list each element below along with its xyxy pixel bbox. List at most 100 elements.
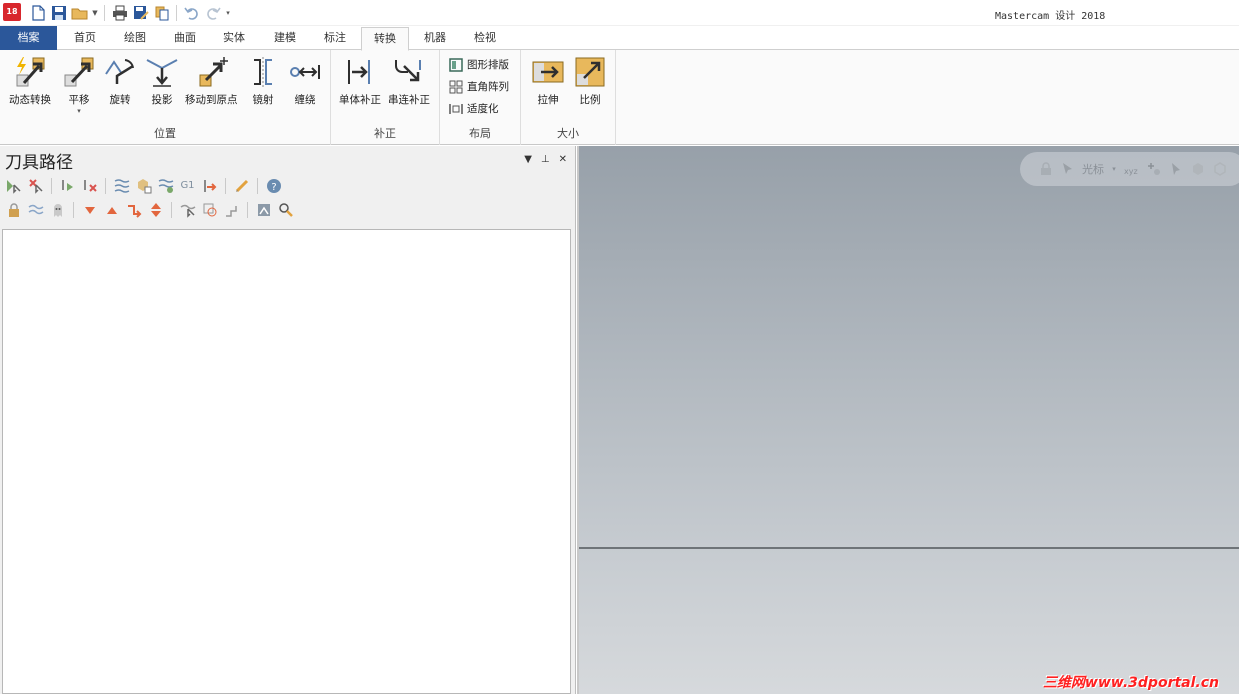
mastercam-logo-icon[interactable]: 18 [3,3,21,21]
group-label-offset: 补正 [374,127,396,140]
insert-arrow-icon[interactable] [124,200,143,219]
qat-separator [104,4,105,21]
rectangular-array-icon [448,79,463,94]
qat-separator [176,4,177,21]
g1-posting-button[interactable]: G1 [178,176,197,195]
save-icon[interactable] [49,3,68,22]
toolpaths-panel: 刀具路径 ▼ ⊥ ✕ G1 ? [0,146,576,694]
toggle-posting-icon[interactable] [48,200,67,219]
project-button[interactable]: 投影 [145,56,179,107]
solid-selection-icon[interactable] [1190,161,1206,177]
tab-wireframe[interactable]: 绘图 [112,27,158,50]
redo-icon[interactable] [203,3,222,22]
scale-button[interactable]: 比例 [573,56,607,107]
toolpath-editor-icon[interactable] [232,176,251,195]
mirror-button[interactable]: 镜射 [246,56,280,107]
post-selected-icon[interactable] [200,176,219,195]
fit-button[interactable]: 适度化 [448,101,499,116]
move-to-origin-label: 移动到原点 [185,94,238,106]
dynamic-transform-button[interactable]: 动态转换 [9,56,51,107]
panel-close-icon[interactable]: ✕ [559,154,567,165]
panel-menu-icon[interactable]: ▼ [524,154,532,165]
viewport-horizon-line [579,547,1239,549]
mirror-label: 镜射 [252,94,274,106]
deselect-operations-icon[interactable] [26,176,45,195]
translate-button[interactable]: 平移 ▾ [62,56,96,115]
project-label: 投影 [151,94,173,106]
tab-machine[interactable]: 机器 [412,27,458,50]
window-title: Mastercam 设计 2018 [995,11,1106,22]
offset-single-button[interactable]: 单体补正 [339,56,381,107]
ribbon: 动态转换 平移 ▾ 旋转 投影 移动到原点 镜射 缠绕 位置 单体补正 串连补正… [0,50,1239,145]
stretch-button[interactable]: 拉伸 [531,56,565,107]
cursor-autocursor-icon[interactable] [1060,161,1076,177]
wrap-label: 缠绕 [294,94,316,106]
hide-toolpaths-icon[interactable] [178,200,197,219]
merge-files-icon[interactable] [152,3,171,22]
wrap-button[interactable]: 缠绕 [288,56,322,107]
group-label-layout: 布局 [469,127,491,140]
toolbar-separator [51,177,52,194]
expand-collapse-icon[interactable] [146,200,165,219]
rotate-button[interactable]: 旋转 [103,56,137,107]
toolpaths-tree[interactable] [2,229,571,694]
regenerate-selected-icon[interactable] [58,176,77,195]
lock-icon[interactable] [4,200,23,219]
scale-icon [573,56,607,88]
open-folder-icon[interactable] [70,3,89,22]
xyz-coordinates-icon[interactable]: xyz [1124,161,1140,177]
stretch-icon [531,56,565,88]
open-dropdown-icon[interactable]: ▼ [91,9,99,17]
tab-drafting[interactable]: 标注 [312,27,358,50]
offset-single-label: 单体补正 [339,94,381,106]
ribbon-group-size: 拉伸 比例 大小 [521,50,616,145]
tab-solids[interactable]: 实体 [211,27,257,50]
tab-file[interactable]: 档案 [0,26,57,50]
move-to-origin-button[interactable]: 移动到原点 [185,56,238,107]
machine-group-icon[interactable] [254,200,273,219]
nesting-label: 图形排版 [467,59,509,71]
toolpath-to-stock-icon[interactable] [222,200,241,219]
nesting-button[interactable]: 图形排版 [448,57,509,72]
rectangular-array-button[interactable]: 直角阵列 [448,79,509,94]
move-down-icon[interactable] [80,200,99,219]
tab-transform[interactable]: 转换 [361,27,409,51]
regenerate-dirty-icon[interactable] [80,176,99,195]
body-selection-icon[interactable] [1212,161,1228,177]
undo-icon[interactable] [182,3,201,22]
quick-access-toolbar: ▼ ▾ [28,3,232,22]
verify-icon[interactable] [134,176,153,195]
tab-model-prep[interactable]: 建模 [262,27,308,50]
tab-surfaces[interactable]: 曲面 [162,27,208,50]
tool-manager-icon[interactable] [276,200,295,219]
toggle-display-icon[interactable] [26,200,45,219]
dynamic-transform-label: 动态转换 [9,94,51,106]
ribbon-group-position: 动态转换 平移 ▾ 旋转 投影 移动到原点 镜射 缠绕 位置 [0,50,331,145]
ribbon-group-offset: 单体补正 串连补正 补正 [331,50,440,145]
stock-display-icon[interactable] [200,200,219,219]
graphics-viewport[interactable]: 光标 ▾ xyz 三维网www.3dportal.cn [577,146,1239,694]
panel-pin-icon[interactable]: ⊥ [541,154,550,165]
select-all-operations-icon[interactable] [4,176,23,195]
site-watermark: 三维网www.3dportal.cn [1042,675,1219,691]
panel-title: 刀具路径 [5,153,73,173]
print-icon[interactable] [110,3,129,22]
point-settings-icon[interactable] [1146,161,1162,177]
backplot-icon[interactable] [112,176,131,195]
save-as-icon[interactable] [131,3,150,22]
select-pointer-icon[interactable] [1168,161,1184,177]
new-file-icon[interactable] [28,3,47,22]
autocursor-dropdown-icon[interactable]: ▾ [1110,161,1118,177]
translate-dropdown-icon[interactable]: ▾ [77,107,81,115]
lock-icon[interactable] [1038,161,1054,177]
move-up-icon[interactable] [102,200,121,219]
nesting-icon [448,57,463,72]
tab-view[interactable]: 检视 [462,27,508,50]
autocursor-label[interactable]: 光标 [1082,161,1104,177]
simulate-icon[interactable] [156,176,175,195]
customize-qat-icon[interactable]: ▾ [224,9,232,17]
help-icon[interactable]: ? [264,176,283,195]
offset-chain-button[interactable]: 串连补正 [388,56,430,107]
title-bar: 18 ▼ ▾ Mastercam 设计 2018 [0,0,1239,26]
tab-home[interactable]: 首页 [62,27,108,50]
